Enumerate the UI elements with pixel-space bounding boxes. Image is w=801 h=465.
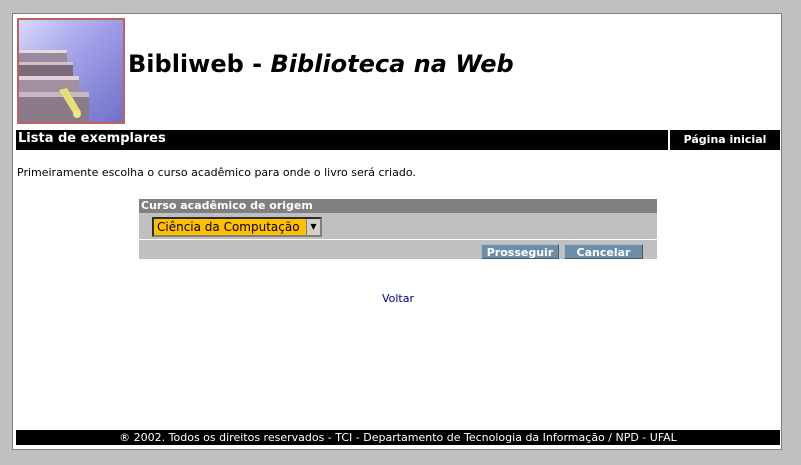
- books-logo-icon: [17, 18, 125, 124]
- form-divider: [139, 239, 657, 240]
- site-title-name: Bibliweb -: [128, 50, 271, 78]
- form-header: Curso acadêmico de origem: [139, 199, 657, 213]
- course-form: Curso acadêmico de origem Ciência da Com…: [139, 199, 657, 259]
- dropdown-arrow-icon[interactable]: ▼: [306, 219, 320, 235]
- site-title-subtitle: Biblioteca na Web: [270, 50, 514, 78]
- home-link[interactable]: Página inicial: [670, 130, 780, 150]
- footer-copyright: ® 2002. Todos os direitos reservados - T…: [16, 430, 780, 445]
- page-container: Bibliweb - Biblioteca na Web Lista de ex…: [12, 13, 782, 450]
- books-stack-icon: [19, 50, 89, 122]
- site-title: Bibliweb - Biblioteca na Web: [128, 50, 514, 78]
- section-title: Lista de exemplares: [18, 131, 166, 146]
- proceed-button[interactable]: Prosseguir: [481, 244, 559, 259]
- course-select-value: Ciência da Computação: [157, 220, 300, 234]
- course-select[interactable]: Ciência da Computação ▼: [152, 217, 322, 237]
- back-link[interactable]: Voltar: [13, 292, 783, 305]
- intro-text: Primeiramente escolha o curso acadêmico …: [17, 166, 416, 179]
- section-bar: Lista de exemplares Página inicial: [16, 130, 780, 150]
- cancel-button[interactable]: Cancelar: [564, 244, 643, 259]
